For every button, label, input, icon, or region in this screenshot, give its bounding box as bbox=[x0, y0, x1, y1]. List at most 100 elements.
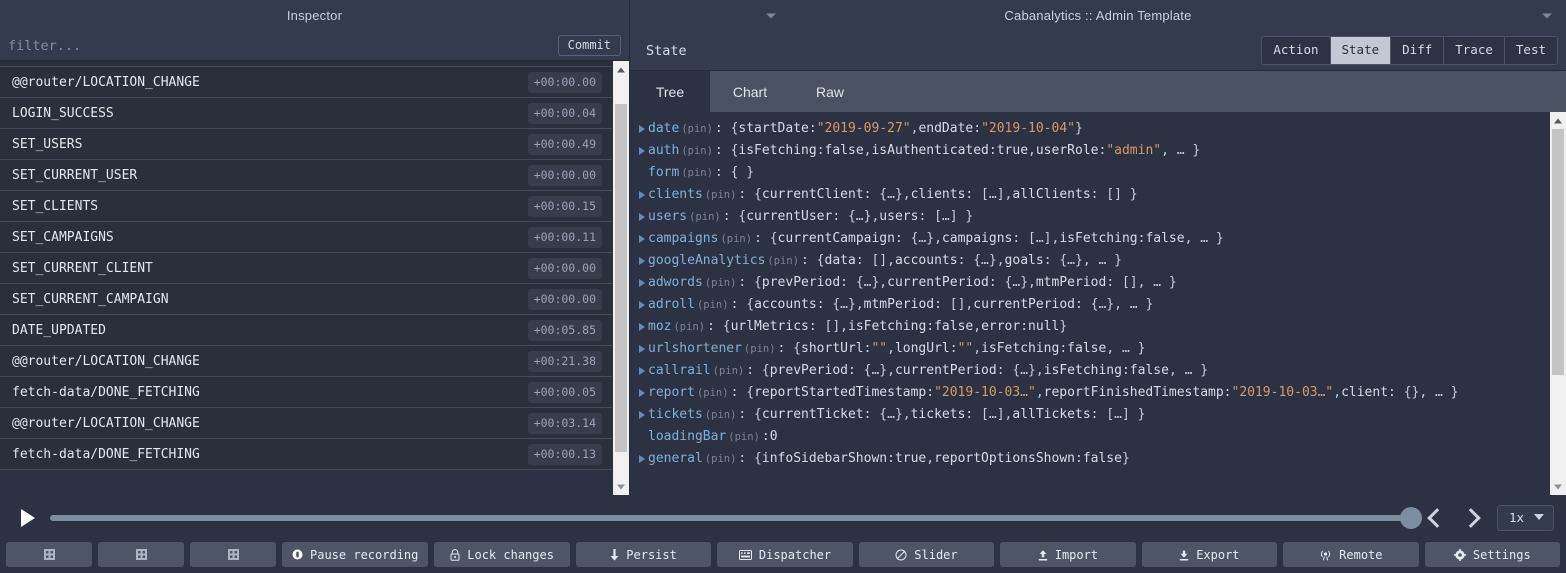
monitor-tab-test[interactable]: Test bbox=[1504, 37, 1557, 64]
expand-triangle-icon[interactable] bbox=[636, 140, 648, 162]
actions-list[interactable]: @@router/LOCATION_CHANGE +00:00.00 LOGIN_S… bbox=[0, 61, 612, 495]
state-tree-node[interactable]: adroll (pin): { accounts: {…}, mtmPeriod:… bbox=[634, 294, 1549, 316]
time-travel-slider[interactable] bbox=[50, 505, 1422, 531]
monitor-tab-trace[interactable]: Trace bbox=[1444, 37, 1505, 64]
scroll-down-arrow-icon[interactable] bbox=[613, 478, 629, 495]
expand-triangle-icon[interactable] bbox=[636, 250, 648, 272]
expand-triangle-icon[interactable] bbox=[636, 294, 648, 316]
pin-label[interactable]: (pin) bbox=[671, 316, 707, 338]
action-row[interactable]: fetch-data/DONE_FETCHING +00:00.13 bbox=[0, 439, 612, 470]
pin-label[interactable]: (pin) bbox=[703, 272, 739, 294]
expand-triangle-icon[interactable] bbox=[636, 118, 648, 140]
pin-label[interactable]: (pin) bbox=[703, 448, 739, 470]
play-icon[interactable] bbox=[14, 505, 40, 531]
pin-label[interactable]: (pin) bbox=[679, 140, 715, 162]
playback-speed-select[interactable]: 1x bbox=[1496, 504, 1554, 531]
state-tree-node[interactable]: urlshortener (pin): { shortUrl: "", longU… bbox=[634, 338, 1549, 360]
pin-label[interactable]: (pin) bbox=[742, 338, 778, 360]
instance-select-left-chevron-down-icon[interactable] bbox=[766, 13, 776, 18]
tab-chart[interactable]: Chart bbox=[710, 71, 790, 112]
remote-button[interactable]: Remote bbox=[1283, 542, 1419, 567]
pin-label[interactable]: (pin) bbox=[703, 184, 739, 206]
state-tree-node[interactable]: report (pin): { reportStartedTimestamp: "… bbox=[634, 382, 1549, 404]
state-tree-node[interactable]: auth (pin): { isFetching: false, isAuthen… bbox=[634, 140, 1549, 162]
actions-scrollbar[interactable] bbox=[612, 61, 629, 495]
slider-button[interactable]: Slider bbox=[858, 542, 995, 567]
state-tree-node[interactable]: tickets (pin): { currentTicket: {…}, tick… bbox=[634, 404, 1549, 426]
state-tree-node[interactable]: date (pin): { startDate: "2019-09-27", en… bbox=[634, 118, 1549, 140]
state-scrollbar-thumb[interactable] bbox=[1552, 129, 1564, 375]
scroll-up-arrow-icon[interactable] bbox=[613, 61, 629, 78]
pin-label[interactable]: (pin) bbox=[679, 162, 715, 184]
pin-label[interactable]: (pin) bbox=[695, 294, 731, 316]
monitor-tab-action[interactable]: Action bbox=[1262, 37, 1331, 64]
monitor-tab-diff[interactable]: Diff bbox=[1391, 37, 1445, 64]
actions-scrollbar-thumb[interactable] bbox=[615, 104, 627, 452]
action-row[interactable]: SET_CURRENT_CLIENT +00:00.00 bbox=[0, 253, 612, 284]
state-tree-node[interactable]: callrail (pin): { prevPeriod: {…}, curren… bbox=[634, 360, 1549, 382]
import-button[interactable]: Import bbox=[1000, 542, 1136, 567]
settings-button[interactable]: Settings bbox=[1424, 542, 1560, 567]
instance-select-right-chevron-down-icon[interactable] bbox=[1542, 13, 1552, 18]
action-row[interactable]: @@router/LOCATION_CHANGE +00:21.38 bbox=[0, 346, 612, 377]
lock-changes-button[interactable]: Lock changes bbox=[434, 542, 570, 567]
state-scroll-down-arrow-icon[interactable] bbox=[1550, 478, 1566, 495]
grid-button[interactable] bbox=[6, 542, 92, 567]
state-scroll-up-arrow-icon[interactable] bbox=[1550, 112, 1566, 129]
state-scrollbar-track[interactable] bbox=[1550, 129, 1566, 478]
action-row[interactable]: @@router/LOCATION_CHANGE +00:03.14 bbox=[0, 408, 612, 439]
state-tree-node[interactable]: campaigns (pin): { currentCampaign: {…}, … bbox=[634, 228, 1549, 250]
state-tree-node[interactable]: users (pin): { currentUser: {…}, users: [… bbox=[634, 206, 1549, 228]
state-tree-node[interactable]: moz (pin): { urlMetrics: [], isFetching: … bbox=[634, 316, 1549, 338]
action-row[interactable]: SET_CLIENTS +00:00.15 bbox=[0, 191, 612, 222]
persist-button[interactable]: Persist bbox=[575, 542, 712, 567]
grid-button[interactable] bbox=[98, 542, 184, 567]
expand-triangle-icon[interactable] bbox=[636, 184, 648, 206]
actions-scrollbar-track[interactable] bbox=[613, 78, 629, 478]
pin-label[interactable]: (pin) bbox=[695, 382, 731, 404]
export-button[interactable]: Export bbox=[1141, 542, 1278, 567]
action-row[interactable]: SET_USERS +00:00.49 bbox=[0, 129, 612, 160]
filter-input[interactable] bbox=[8, 37, 558, 54]
pin-label[interactable]: (pin) bbox=[703, 404, 739, 426]
expand-triangle-icon[interactable] bbox=[636, 382, 648, 404]
expand-triangle-icon[interactable] bbox=[636, 272, 648, 294]
action-row[interactable]: SET_CURRENT_CAMPAIGN +00:00.00 bbox=[0, 284, 612, 315]
state-scrollbar[interactable] bbox=[1549, 112, 1566, 495]
action-row[interactable]: DATE_UPDATED +00:05.85 bbox=[0, 315, 612, 346]
expand-triangle-icon[interactable] bbox=[636, 228, 648, 250]
monitor-tab-state[interactable]: State bbox=[1330, 37, 1392, 64]
pin-label[interactable]: (pin) bbox=[718, 228, 754, 250]
expand-triangle-icon[interactable] bbox=[636, 316, 648, 338]
expand-triangle-icon[interactable] bbox=[636, 448, 648, 470]
expand-triangle-icon[interactable] bbox=[636, 338, 648, 360]
state-tree-node[interactable]: form (pin): { } bbox=[634, 162, 1549, 184]
state-tree-node[interactable]: adwords (pin): { prevPeriod: {…}, current… bbox=[634, 272, 1549, 294]
pin-label[interactable]: (pin) bbox=[679, 118, 715, 140]
state-tree-node[interactable]: general (pin): { infoSidebarShown: true, … bbox=[634, 448, 1549, 470]
expand-triangle-icon[interactable] bbox=[636, 404, 648, 426]
pin-label[interactable]: (pin) bbox=[765, 250, 801, 272]
grid-button[interactable] bbox=[190, 542, 276, 567]
action-row[interactable]: fetch-data/DONE_FETCHING +00:00.05 bbox=[0, 377, 612, 408]
pin-label[interactable]: (pin) bbox=[687, 206, 723, 228]
commit-button[interactable]: Commit bbox=[557, 34, 621, 57]
action-row[interactable]: @@router/LOCATION_CHANGE +00:00.00 bbox=[0, 67, 612, 98]
action-row[interactable]: SET_CURRENT_USER +00:00.00 bbox=[0, 160, 612, 191]
expand-triangle-icon[interactable] bbox=[636, 206, 648, 228]
state-tree-node[interactable]: clients (pin): { currentClient: {…}, clie… bbox=[634, 184, 1549, 206]
state-tree[interactable]: date (pin): { startDate: "2019-09-27", en… bbox=[630, 112, 1549, 495]
chevron-right-icon[interactable] bbox=[1459, 503, 1487, 533]
action-row[interactable]: SET_CAMPAIGNS +00:00.11 bbox=[0, 222, 612, 253]
tab-raw[interactable]: Raw bbox=[790, 71, 870, 112]
state-tree-node[interactable]: googleAnalytics (pin): { data: [], accoun… bbox=[634, 250, 1549, 272]
tab-tree[interactable]: Tree bbox=[630, 71, 710, 112]
pause-recording-button[interactable]: Pause recording bbox=[282, 542, 429, 567]
state-tree-node[interactable]: loadingBar (pin): 0 bbox=[634, 426, 1549, 448]
expand-triangle-icon[interactable] bbox=[636, 360, 648, 382]
pin-label[interactable]: (pin) bbox=[726, 426, 762, 448]
dispatcher-button[interactable]: Dispatcher bbox=[717, 542, 853, 567]
action-row[interactable]: LOGIN_SUCCESS +00:00.04 bbox=[0, 98, 612, 129]
chevron-left-icon[interactable] bbox=[1421, 503, 1449, 533]
slider-thumb[interactable] bbox=[1399, 506, 1422, 529]
